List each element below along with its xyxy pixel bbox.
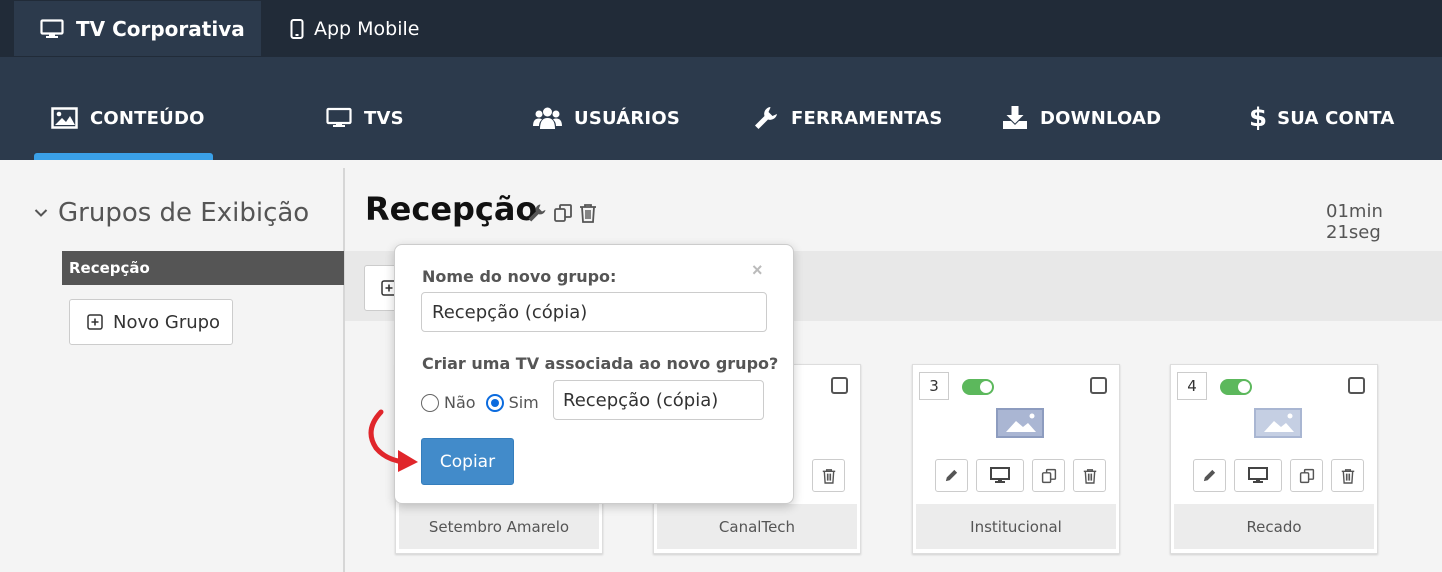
card-delete-button[interactable] [1331, 459, 1364, 492]
new-group-label: Novo Grupo [113, 311, 221, 333]
pencil-icon [944, 468, 959, 483]
content-card[interactable]: 3 Institucional [912, 364, 1120, 554]
card-select-checkbox[interactable] [831, 377, 848, 394]
nav-item-download[interactable]: DOWNLOAD [1002, 101, 1161, 135]
trash-icon[interactable] [579, 203, 597, 223]
image-placeholder-icon [1254, 408, 1302, 438]
card-select-checkbox[interactable] [1090, 377, 1107, 394]
card-order-number: 4 [1177, 372, 1207, 400]
nav-label: FERRAMENTAS [791, 107, 943, 129]
total-duration: 01min 21seg [1326, 201, 1383, 243]
create-tv-question: Criar uma TV associada ao novo grupo? [422, 354, 779, 373]
radio-nao-label: Não [444, 393, 476, 412]
card-actions [935, 459, 1106, 492]
users-icon [533, 106, 562, 130]
copy-group-popover: × Nome do novo grupo: Criar uma TV assoc… [394, 244, 794, 504]
new-tv-name-input[interactable] [553, 380, 764, 420]
copy-icon [1041, 468, 1057, 484]
card-order-number: 3 [919, 372, 949, 400]
card-tv-button[interactable] [1234, 459, 1282, 492]
nav-label: CONTEÚDO [90, 107, 205, 129]
nav-label: USUÁRIOS [574, 107, 680, 129]
card-edit-button[interactable] [935, 459, 968, 492]
monitor-icon [40, 18, 64, 39]
trash-icon [1083, 468, 1097, 484]
download-icon [1002, 106, 1028, 130]
top-bar: TV Corporativa App Mobile [0, 0, 1442, 57]
radio-sim-label: Sim [508, 393, 539, 412]
card-active-toggle[interactable] [1220, 379, 1252, 395]
tab-tv-corporativa[interactable]: TV Corporativa [14, 1, 261, 56]
nav-item-tvs[interactable]: TVS [326, 101, 404, 135]
nav-item-sua-conta[interactable]: $ SUA CONTA [1249, 101, 1395, 135]
nav-item-conteudo[interactable]: CONTEÚDO [51, 101, 205, 135]
content-card-name: Setembro Amarelo [399, 504, 599, 549]
copy-icon [1299, 468, 1315, 484]
nav-label: SUA CONTA [1277, 107, 1395, 129]
nav-label: DOWNLOAD [1040, 107, 1162, 129]
card-copy-button[interactable] [1290, 459, 1323, 492]
new-group-button[interactable]: Novo Grupo [69, 299, 233, 345]
create-tv-options: Não Sim [421, 393, 549, 412]
image-icon [51, 107, 78, 129]
radio-nao[interactable] [421, 393, 439, 412]
tab-app-mobile[interactable]: App Mobile [290, 1, 419, 56]
card-actions [1193, 459, 1364, 492]
new-group-name-input[interactable] [421, 292, 767, 332]
groups-heading-label: Grupos de Exibição [58, 198, 310, 228]
wrench-icon [753, 105, 779, 131]
nav-item-usuarios[interactable]: USUÁRIOS [533, 101, 680, 135]
card-edit-button[interactable] [1193, 459, 1226, 492]
monitor-icon [1248, 467, 1268, 484]
red-arrow-annotation [360, 408, 422, 474]
radio-sim[interactable] [485, 393, 504, 412]
trash-icon [1341, 468, 1355, 484]
image-placeholder-icon [996, 408, 1044, 438]
copy-button[interactable]: Copiar [421, 438, 514, 485]
monitor-icon [990, 467, 1010, 484]
card-delete-button[interactable] [812, 459, 845, 492]
sidebar-group-recepcao[interactable]: Recepção [62, 251, 344, 285]
content-card-name: Institucional [916, 504, 1116, 549]
card-select-checkbox[interactable] [1348, 377, 1365, 394]
tab-label: TV Corporativa [76, 16, 245, 41]
tab-label: App Mobile [314, 17, 420, 40]
card-delete-button[interactable] [1073, 459, 1106, 492]
content-card[interactable]: 4 Recado [1170, 364, 1378, 554]
card-active-toggle[interactable] [962, 379, 994, 395]
nav-item-ferramentas[interactable]: FERRAMENTAS [753, 101, 943, 135]
groups-heading[interactable]: Grupos de Exibição [34, 198, 309, 228]
plus-square-icon [87, 314, 103, 330]
nav-label: TVS [364, 107, 404, 129]
active-tab-indicator [34, 153, 213, 160]
wrench-icon[interactable] [527, 203, 547, 223]
copy-icon[interactable] [553, 203, 573, 223]
card-tv-button[interactable] [976, 459, 1024, 492]
pencil-icon [1202, 468, 1217, 483]
main-nav: CONTEÚDO TVS USUÁRIOS FERRAMENTAS DOWNLO… [0, 57, 1442, 160]
phone-icon [290, 18, 304, 39]
close-icon[interactable]: × [752, 261, 763, 279]
chevron-down-icon [34, 208, 48, 218]
title-actions [527, 203, 597, 223]
content-card-name: CanalTech [657, 504, 857, 549]
new-group-name-label: Nome do novo grupo: [422, 267, 617, 286]
monitor-icon [326, 107, 352, 129]
trash-icon [822, 468, 836, 484]
card-copy-button[interactable] [1032, 459, 1065, 492]
sidebar-divider [343, 168, 345, 572]
page-title: Recepção [365, 190, 538, 228]
content-card-name: Recado [1174, 504, 1374, 549]
dollar-icon: $ [1249, 103, 1268, 133]
